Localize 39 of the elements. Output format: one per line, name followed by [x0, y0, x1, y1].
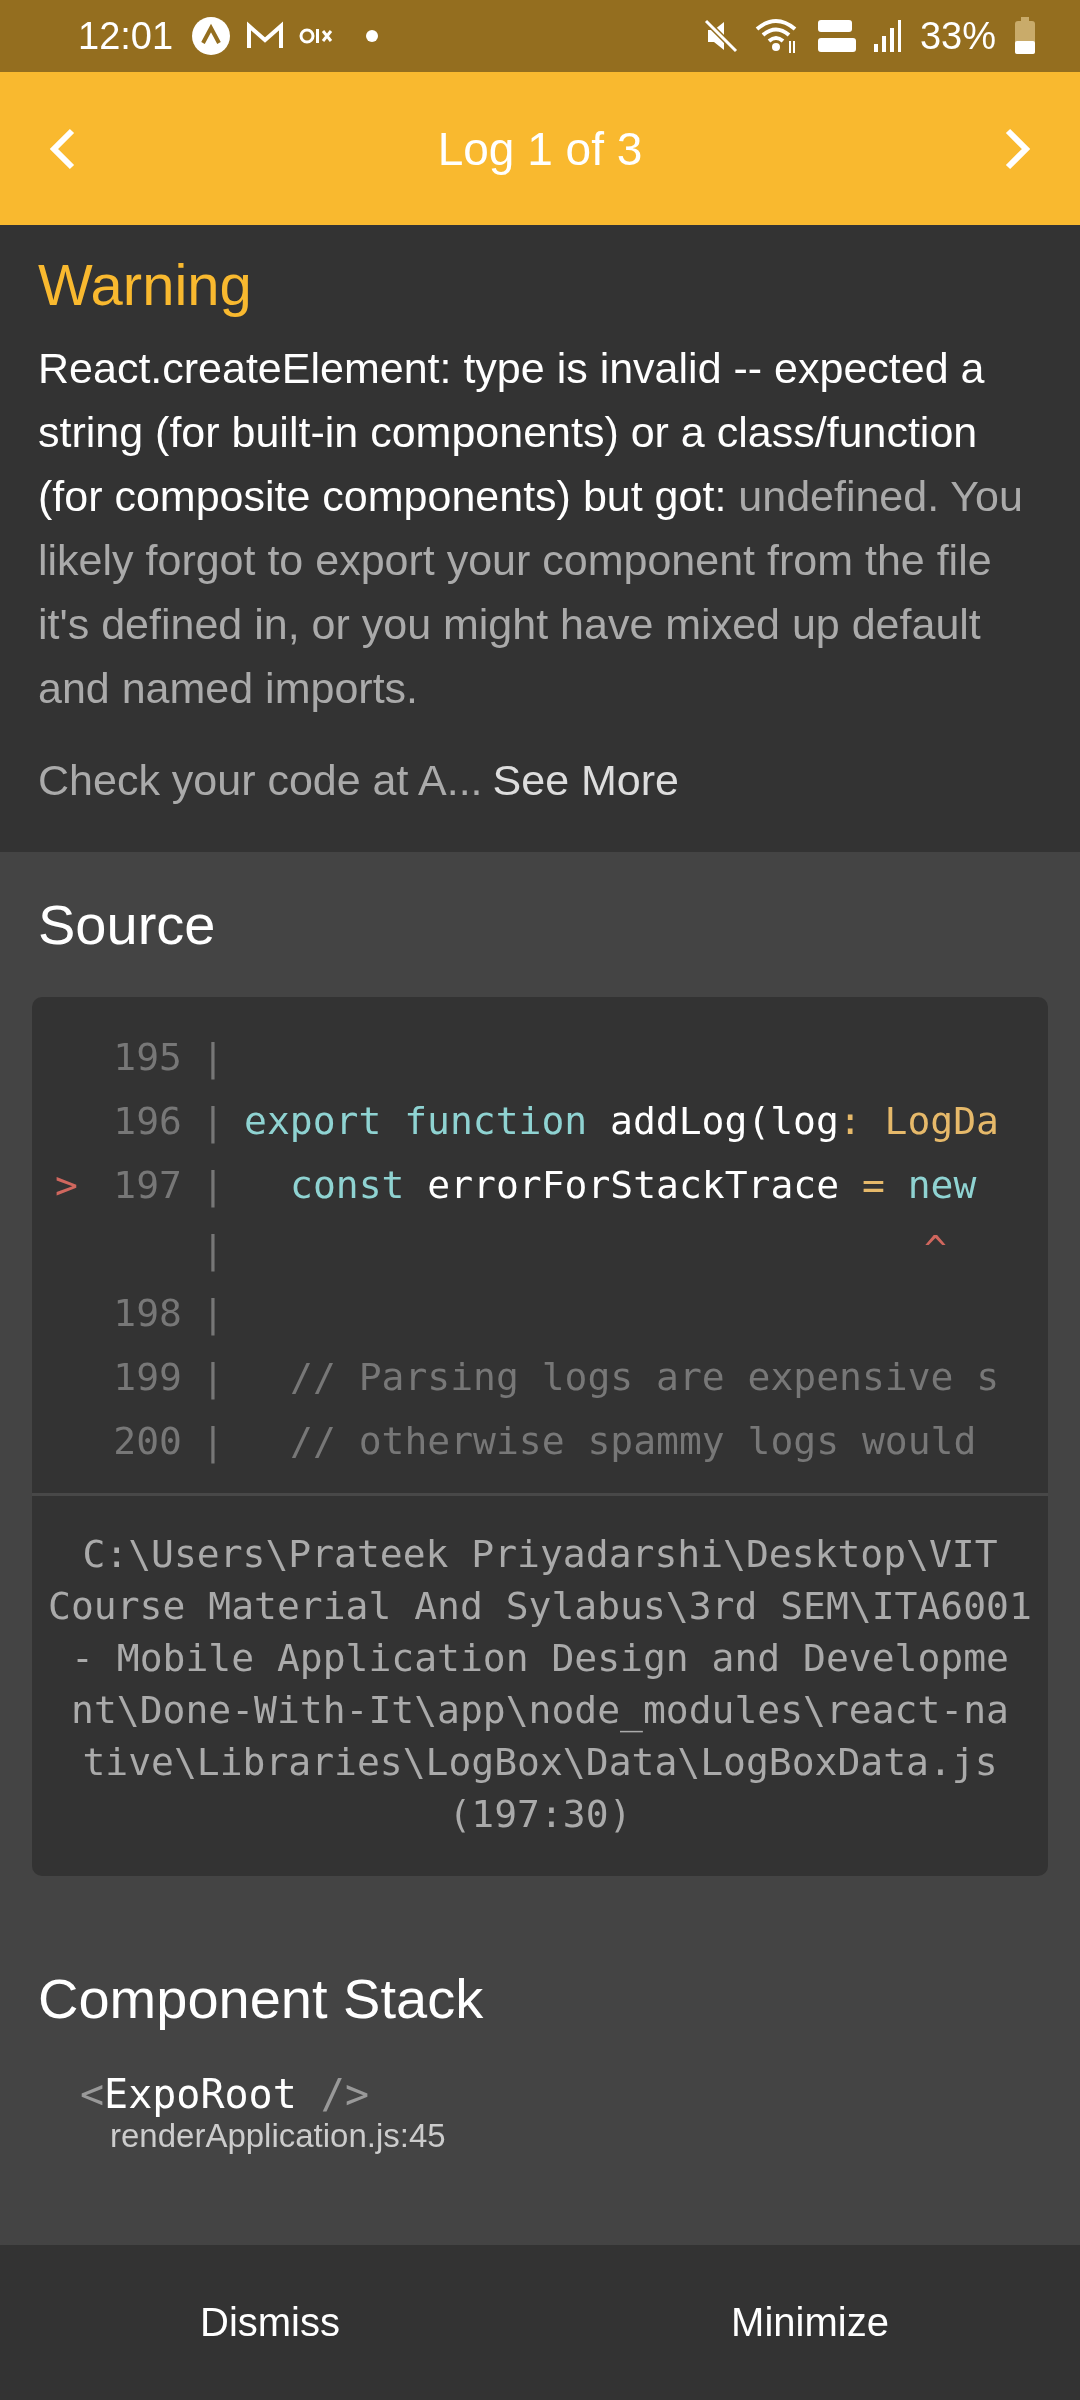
- file-path: C:\Users\Prateek Priyadarshi\Desktop\VIT Course Material And Sylabus\3rd SEM\ITA6001 - Mobile Application Design and Developme nt\Done-With-It\app\node_modules\react-na tive\Libraries\LogBox\Data\LogBoxData.js (197:30): [32, 1493, 1048, 1876]
- minimize-button[interactable]: Minimize: [540, 2245, 1080, 2400]
- section-title: Source: [37, 892, 217, 958]
- gutter-text: |: [200, 1035, 226, 1079]
- pointer-marker: >: [55, 1163, 78, 1207]
- error-caret: ^: [923, 1227, 947, 1271]
- section-title: Component Stack: [37, 1966, 485, 2032]
- warning-title: Warning: [38, 251, 253, 318]
- chevron-right-icon: [1004, 126, 1032, 171]
- gutter-text: |: [200, 1227, 226, 1271]
- gutter-text: |: [200, 1163, 226, 1207]
- line-number: 195: [112, 1035, 182, 1079]
- app-icon: [191, 16, 232, 56]
- line-number: 200: [112, 1419, 182, 1463]
- component-location: renderApplication.js:45: [110, 2117, 447, 2155]
- code-line: // otherwise spammy logs would: [289, 1419, 977, 1463]
- dot-icon: [365, 29, 380, 43]
- line-number: 196: [112, 1099, 182, 1143]
- battery-icon: [1014, 17, 1036, 55]
- line-number: 197: [112, 1163, 182, 1207]
- dismiss-button[interactable]: Dismiss: [0, 2245, 540, 2400]
- signal-icon: [871, 18, 902, 54]
- status-time: 12:01: [78, 14, 174, 58]
- gutter-text: |: [200, 1419, 226, 1463]
- gutter-text: |: [200, 1291, 226, 1335]
- gutter-text: |: [200, 1099, 226, 1143]
- code-line: export function addLog(log: LogDa: [244, 1099, 999, 1143]
- code-line: const errorForStackTrace = new: [289, 1163, 977, 1207]
- battery-percent: 33%: [919, 14, 996, 58]
- gutter-text: |: [200, 1355, 226, 1399]
- component-name: <ExpoRoot />: [80, 2071, 370, 2117]
- line-number: 199: [112, 1355, 182, 1399]
- warning-message: React.createElement: type is invalid -- expected a string (for built-in components) or a class/function (for composite components) but got: undefined. You likely forgot to export your component from the file it's defined in, or you might have mixed up default and named imports.: [38, 343, 1024, 714]
- code-line: // Parsing logs are expensive s: [289, 1355, 1000, 1399]
- check-code-text: Check your code at A...: [38, 755, 483, 806]
- header-title: Log 1 of 3: [437, 121, 643, 176]
- see-more-link[interactable]: See More: [492, 748, 679, 812]
- chevron-left-icon: [48, 126, 76, 171]
- line-number: 198: [112, 1291, 182, 1335]
